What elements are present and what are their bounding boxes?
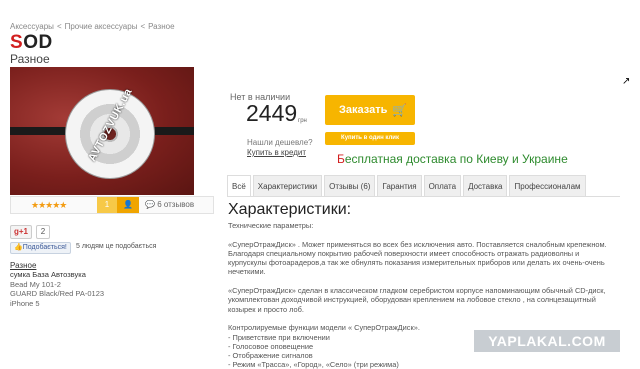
section-heading: Характеристики: — [228, 201, 352, 218]
page-subtitle: Разное — [10, 52, 50, 66]
related-item[interactable]: GUARD Black/Red PA-0123 — [10, 289, 104, 299]
tab-delivery[interactable]: Доставка — [463, 175, 508, 196]
user-icon[interactable]: 👤 — [117, 197, 139, 213]
rate-button[interactable]: 1 — [97, 197, 117, 213]
like-button[interactable]: 👍Подобається! — [10, 242, 71, 254]
delivery-banner: Бесплатная доставка по Киеву и Украине — [337, 152, 568, 166]
tab-all[interactable]: Всё — [227, 175, 251, 196]
breadcrumb-item[interactable]: Аксессуары — [10, 22, 54, 31]
gplus-count: 2 — [36, 225, 50, 239]
tab-professionals[interactable]: Профессионалам — [509, 175, 586, 196]
tab-bar: Всё Характеристики Отзывы (6) Гарантия О… — [227, 175, 620, 197]
description-paragraph: «СуперОтражДиск» . Может применяться во … — [228, 239, 607, 277]
order-button[interactable]: Заказать 🛒 — [325, 95, 415, 125]
site-watermark: YAPLAKAL.COM — [474, 330, 620, 352]
breadcrumb-item[interactable]: Разное — [148, 22, 174, 31]
comment-icon: 💬 — [145, 200, 158, 209]
breadcrumb: Аксессуары < Прочие аксессуары < Разное — [10, 22, 175, 31]
rating-stars[interactable]: ★★★★★ — [31, 200, 67, 211]
related-item[interactable]: Bead My 101-2 — [10, 280, 104, 290]
mouse-cursor-icon: ↗ — [622, 76, 631, 87]
related-item[interactable]: сумка База Автозвука — [10, 270, 104, 280]
price: 2449 — [246, 100, 298, 126]
thumbs-up-icon: 👍 — [14, 244, 23, 251]
feature-item: - Отображение сигналов — [228, 351, 313, 361]
gplus-button[interactable]: g+1 — [10, 225, 32, 239]
breadcrumb-item[interactable]: Прочие аксессуары — [65, 22, 138, 31]
found-cheaper-text: Нашли дешевле? — [247, 138, 313, 147]
like-count-text: 5 людям це подобається — [76, 243, 157, 250]
reviews-link[interactable]: 💬 6 отзывов — [145, 200, 194, 209]
tab-reviews[interactable]: Отзывы (6) — [324, 175, 376, 196]
product-image[interactable]: AVTOZVUK.ua — [10, 67, 194, 195]
currency: грн — [298, 118, 307, 124]
feature-item: - Режим «Трасса», «Город», «Село» (три р… — [228, 360, 399, 369]
tab-warranty[interactable]: Гарантия — [377, 175, 422, 196]
credit-link[interactable]: Купить в кредит — [247, 148, 306, 157]
tab-payment[interactable]: Оплата — [423, 175, 462, 196]
related-item[interactable]: iPhone 5 — [10, 299, 104, 309]
description-paragraph: «СуперОтражДиск» сделан в классическом г… — [228, 286, 606, 314]
description-intro: Технические параметры: — [228, 221, 314, 230]
seller-link[interactable]: Разное — [10, 261, 36, 270]
tab-characteristics[interactable]: Характеристики — [252, 175, 323, 196]
one-click-buy-button[interactable]: Купить в один клик — [325, 132, 415, 145]
related-items: сумка База Автозвука Bead My 101-2 GUARD… — [10, 270, 104, 308]
page-title: SOD — [10, 32, 53, 53]
cart-icon: 🛒 — [392, 103, 407, 117]
rating-bar: ★★★★★ 1 👤 💬 6 отзывов — [10, 196, 214, 214]
